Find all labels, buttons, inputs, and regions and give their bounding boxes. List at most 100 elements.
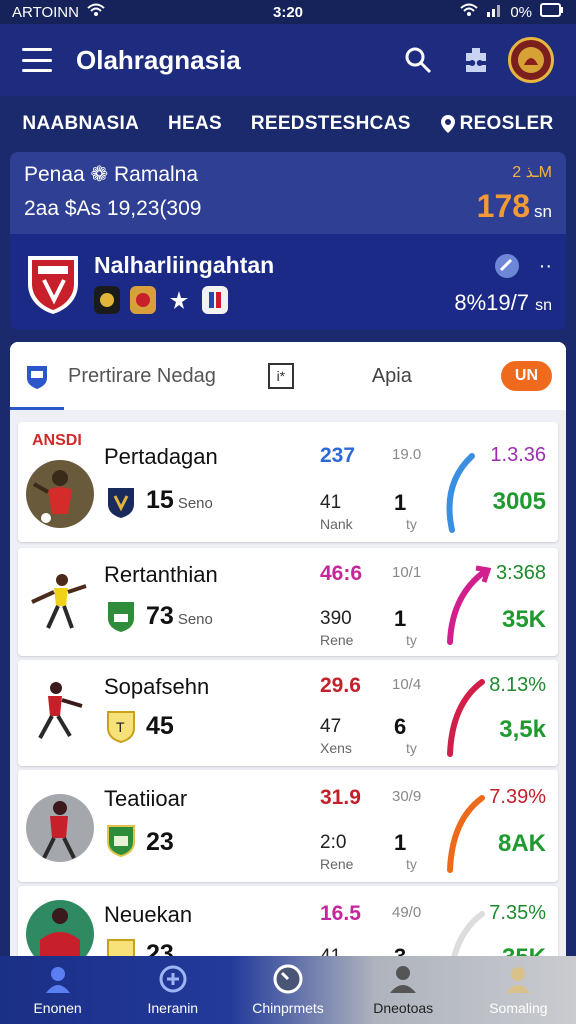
player-percent: 1.3.36: [490, 444, 546, 466]
banner-value: 178 sn: [476, 188, 552, 224]
player-number: 23: [146, 828, 174, 856]
svg-text:T: T: [116, 719, 125, 735]
nav-tabs: NAABNASIA HEAS REEDSTESHCAS REOSLER: [0, 96, 576, 152]
player-small-stat: 10/1: [392, 564, 422, 581]
bottom-nav-item-4[interactable]: Somaling: [461, 956, 576, 1024]
team-name: Nalharliingahtan: [94, 252, 275, 278]
carrier-label: ARTOINN: [12, 3, 79, 21]
club-badge-icon: [108, 488, 134, 518]
status-bar: ARTOINN 3:20 0%: [0, 0, 576, 24]
player-number: 15 Seno: [146, 486, 213, 514]
star-badge-icon: [166, 286, 192, 314]
club-badge-icon: T: [107, 711, 135, 744]
player-value-label: Rene: [320, 632, 354, 648]
player-count-label: ty: [406, 632, 417, 648]
player-name: Neuekan: [104, 902, 193, 927]
player-name: Pertadagan: [104, 444, 218, 469]
club-logo-avatar[interactable]: [508, 37, 554, 83]
player-stat: 16.5: [320, 902, 361, 925]
player-count-label: ty: [406, 856, 417, 872]
player-photo: [26, 900, 94, 956]
puzzle-icon[interactable]: [454, 38, 498, 82]
club-badge-icon: [107, 939, 135, 956]
club-badge-icon: [107, 825, 135, 858]
player-count: 1: [394, 606, 407, 631]
player-total: 3005: [492, 488, 546, 515]
player-small-stat: 49/0: [392, 904, 422, 921]
profile-icon: [503, 964, 533, 994]
shield-icon: [27, 366, 47, 389]
player-card[interactable]: Rertanthian 73 Seno 46:6 10/1 390 Rene 1 …: [18, 548, 558, 656]
active-tab-indicator: [10, 407, 64, 410]
player-number: 23: [146, 940, 174, 956]
banner-title: Penaa ❁ Ramalna: [24, 163, 199, 186]
player-name: Sopafsehn: [104, 674, 210, 699]
player-value-label: Nank: [320, 516, 353, 532]
content-tab-pill[interactable]: UN: [500, 361, 552, 391]
player-photo: [26, 794, 94, 862]
player-percent: 8.13%: [489, 674, 546, 696]
player-name: Rertanthian: [104, 562, 218, 587]
more-dots-icon[interactable]: ··: [539, 255, 552, 278]
calendar-icon: [158, 964, 188, 994]
app-header: Olahragnasia: [0, 24, 576, 96]
banner-metric: 8%19/7 sn: [454, 290, 552, 315]
player-value-label: Rene: [320, 856, 354, 872]
player-card[interactable]: Neuekan 23 16.5 49/0 41 3 7.35% 35K: [18, 886, 558, 956]
club-badge-icon: [94, 286, 120, 314]
player-card[interactable]: Teatiioar 23 31.9 30/9 2:0 Rene 1 ty 7.3…: [18, 770, 558, 882]
content-card: Prertirare Nedag i* Apia UN ANSDI Pertad…: [10, 342, 566, 956]
player-name: Teatiioar: [104, 786, 188, 811]
player-value: 390: [320, 608, 352, 629]
club-badge-icon: [108, 602, 134, 632]
nav-tab-1[interactable]: HEAS: [168, 113, 222, 135]
content-tab-apia[interactable]: Apia: [372, 365, 412, 388]
player-total: 35K: [501, 606, 546, 633]
player-count: 3: [394, 944, 406, 956]
banner-right-label: ـذ 2M: [512, 164, 552, 181]
hamburger-menu-icon[interactable]: [22, 48, 52, 72]
nav-tab-3[interactable]: REOSLER: [440, 113, 554, 135]
player-card[interactable]: ANSDI Pertadagan 15 Seno 237 19.0 41 Nank…: [18, 422, 558, 542]
nav-tab-0[interactable]: NAABNASIA: [22, 113, 139, 135]
player-value-label: Xens: [320, 740, 352, 756]
bottom-nav-item-2[interactable]: Chinprmets: [230, 956, 345, 1024]
calendar-tab-icon[interactable]: i*: [267, 363, 294, 389]
player-small-stat: 10/4: [392, 676, 422, 693]
player-count-label: ty: [406, 516, 417, 532]
player-count: 1: [394, 490, 407, 515]
club-badge-icon: [130, 286, 156, 314]
content-tab-bar: Prertirare Nedag i* Apia UN: [10, 342, 566, 410]
trend-arc-icon: [446, 453, 475, 533]
player-total: 3,5k: [499, 716, 546, 743]
bottom-nav-item-1[interactable]: Ineranin: [115, 956, 230, 1024]
bottom-nav-item-0[interactable]: Enonen: [0, 956, 115, 1024]
match-banner[interactable]: Penaa ❁ Ramalna 2aa $As 19,23(309 ـذ 2M …: [10, 152, 566, 234]
wifi-icon: [87, 3, 105, 21]
app-title: Olahragnasia: [76, 44, 241, 75]
nav-tab-2[interactable]: REEDSTESHCAS: [251, 113, 411, 135]
banner-subtitle: 2aa $As 19,23(309: [24, 197, 202, 220]
player-number: 45: [146, 712, 174, 740]
bottom-nav-item-3[interactable]: Dneotoas: [346, 956, 461, 1024]
player-count: 6: [394, 714, 407, 739]
player-stat: 46:6: [320, 562, 363, 585]
player-photo: [26, 678, 94, 746]
content-tab-first[interactable]: Prertirare Nedag: [24, 362, 216, 390]
refresh-icon[interactable]: [493, 252, 521, 280]
player-photo: [26, 460, 94, 528]
battery-icon: [540, 3, 564, 21]
battery-label: 0%: [510, 3, 532, 21]
location-pin-icon: [440, 115, 455, 133]
player-count: 1: [394, 830, 407, 855]
player-value: 47: [320, 716, 342, 737]
player-photo: [26, 568, 94, 636]
trend-arrow-icon: [447, 565, 492, 645]
player-value: 2:0: [320, 832, 347, 853]
team-crest-icon: [28, 256, 78, 314]
clock-icon: [273, 964, 303, 994]
player-card[interactable]: Sopafsehn T 45 29.6 10/4 47 Xens 6 ty 8.…: [18, 660, 558, 766]
search-icon[interactable]: [396, 38, 440, 82]
player-value: 41: [320, 946, 341, 956]
team-banner[interactable]: Nalharliingahtan ·· 8%19/7 sn: [10, 234, 566, 330]
